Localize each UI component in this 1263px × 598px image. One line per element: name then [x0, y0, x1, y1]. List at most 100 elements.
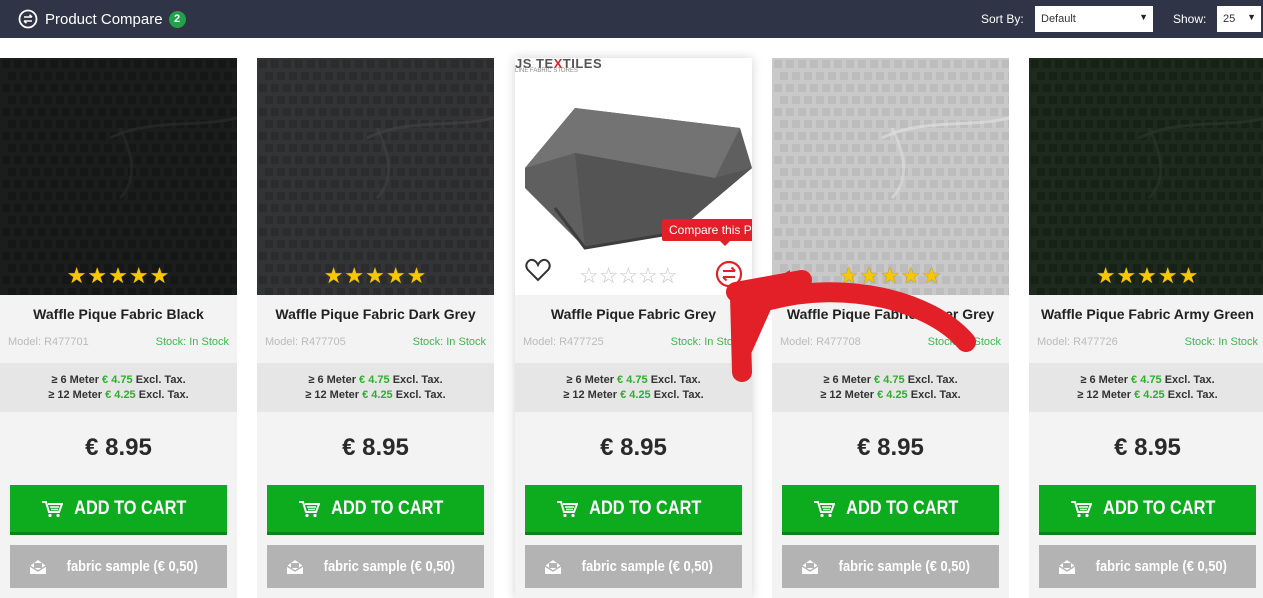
add-to-cart-button[interactable]: ADD TO CART	[782, 485, 999, 535]
add-to-cart-label: ADD TO CART	[74, 497, 187, 519]
fabric-sample-label: fabric sample (€ 0,50)	[581, 558, 713, 575]
envelope-icon	[544, 559, 562, 574]
sort-by-value: Default	[1041, 13, 1076, 25]
fabric-sample-label: fabric sample (€ 0,50)	[838, 558, 970, 575]
tier-line: ≥ 12 Meter € 4.25 Excl. Tax.	[48, 389, 189, 401]
product-model: Model: R477708	[780, 336, 861, 348]
tier-pricing: ≥ 6 Meter € 4.75 Excl. Tax. ≥ 12 Meter € …	[0, 363, 237, 412]
stock-status: Stock: In Stock	[155, 336, 229, 348]
product-model: Model: R477725	[523, 336, 604, 348]
envelope-icon	[801, 559, 819, 574]
top-bar: Product Compare 2 Sort By: Default ▼ Sho…	[0, 0, 1263, 38]
product-price: € 8.95	[342, 434, 409, 461]
product-price: € 8.95	[1114, 434, 1181, 461]
add-to-cart-label: ADD TO CART	[331, 497, 444, 519]
rating-stars: ★★★★★	[66, 263, 171, 288]
tier-line: ≥ 12 Meter € 4.25 Excl. Tax.	[820, 389, 961, 401]
product-image[interactable]: ★★★★★	[257, 58, 494, 295]
tier-line: ≥ 6 Meter € 4.75 Excl. Tax.	[308, 374, 443, 386]
tier-line: ≥ 12 Meter € 4.25 Excl. Tax.	[1077, 389, 1218, 401]
fabric-sample-button[interactable]: fabric sample (€ 0,50)	[782, 545, 999, 588]
compare-icon	[18, 9, 38, 29]
add-to-cart-button[interactable]: ADD TO CART	[525, 485, 742, 535]
stock-status: Stock: In Stock	[1184, 336, 1258, 348]
tier-pricing: ≥ 6 Meter € 4.75 Excl. Tax. ≥ 12 Meter € …	[772, 363, 1009, 412]
product-name[interactable]: Waffle Pique Fabric Army Green	[1029, 306, 1263, 322]
add-to-cart-button[interactable]: ADD TO CART	[267, 485, 484, 535]
tier-line: ≥ 6 Meter € 4.75 Excl. Tax.	[1080, 374, 1215, 386]
envelope-icon	[1058, 559, 1076, 574]
compare-icon[interactable]	[715, 260, 743, 293]
fabric-texture	[772, 58, 1009, 295]
cart-icon	[42, 500, 64, 517]
show-count-select[interactable]: 25 ▼	[1217, 6, 1261, 32]
product-name[interactable]: Waffle Pique Fabric Dark Grey	[257, 306, 494, 322]
product-card: ★★★★★ Waffle Pique Fabric Black Model: R47…	[0, 58, 237, 598]
product-compare-label: Product Compare	[45, 10, 163, 28]
product-model: Model: R477726	[1037, 336, 1118, 348]
stock-status: Stock: In Stock	[670, 336, 744, 348]
brand-tagline: LINE FABRIC STORES	[515, 68, 578, 74]
compare-tooltip: Compare this Product	[662, 219, 752, 246]
show-label: Show:	[1173, 12, 1207, 26]
rating-stars: ★★★★★	[323, 263, 428, 288]
add-to-cart-label: ADD TO CART	[1103, 497, 1216, 519]
cart-icon	[299, 500, 321, 517]
fabric-sample-button[interactable]: fabric sample (€ 0,50)	[267, 545, 484, 588]
product-image[interactable]: ★★★★★	[1029, 58, 1263, 295]
tier-pricing: ≥ 6 Meter € 4.75 Excl. Tax. ≥ 12 Meter € …	[515, 363, 752, 412]
rating-stars: ★★★★★	[1095, 263, 1200, 288]
fabric-sample-label: fabric sample (€ 0,50)	[323, 558, 455, 575]
add-to-cart-label: ADD TO CART	[589, 497, 702, 519]
product-price: € 8.95	[857, 434, 924, 461]
cart-icon	[814, 500, 836, 517]
fabric-sample-label: fabric sample (€ 0,50)	[66, 558, 198, 575]
heart-icon[interactable]	[525, 258, 551, 287]
compare-count-badge: 2	[168, 10, 186, 28]
product-model: Model: R477705	[265, 336, 346, 348]
product-price: € 8.95	[600, 434, 667, 461]
cart-icon	[557, 500, 579, 517]
chevron-down-icon: ▼	[1139, 12, 1148, 22]
fabric-texture	[257, 58, 494, 295]
stock-status: Stock: In Stock	[927, 336, 1001, 348]
fabric-sample-button[interactable]: fabric sample (€ 0,50)	[525, 545, 742, 588]
product-name[interactable]: Waffle Pique Fabric Silver Grey	[772, 306, 1009, 322]
fabric-sample-button[interactable]: fabric sample (€ 0,50)	[10, 545, 227, 588]
product-card: ★★★★★ Waffle Pique Fabric Dark Grey Model:…	[257, 58, 494, 598]
cart-icon	[1071, 500, 1093, 517]
product-compare-link[interactable]: Product Compare 2	[18, 8, 186, 30]
tier-line: ≥ 6 Meter € 4.75 Excl. Tax.	[566, 374, 701, 386]
show-count-value: 25	[1223, 13, 1236, 25]
product-card: JS TEXTILES LINE FABRIC STORES ☆☆☆☆☆ Compar…	[515, 58, 752, 598]
product-model: Model: R477701	[8, 336, 89, 348]
envelope-icon	[286, 559, 304, 574]
product-image[interactable]: ★★★★★	[772, 58, 1009, 295]
add-to-cart-label: ADD TO CART	[846, 497, 959, 519]
tier-line: ≥ 6 Meter € 4.75 Excl. Tax.	[823, 374, 958, 386]
product-image[interactable]: JS TEXTILES LINE FABRIC STORES ☆☆☆☆☆ Compar…	[515, 58, 752, 295]
rating-stars-empty[interactable]: ☆☆☆☆☆	[579, 263, 678, 289]
rating-stars: ★★★★★	[838, 263, 943, 288]
product-name[interactable]: Waffle Pique Fabric Black	[0, 306, 237, 322]
tier-line: ≥ 12 Meter € 4.25 Excl. Tax.	[563, 389, 704, 401]
tier-line: ≥ 6 Meter € 4.75 Excl. Tax.	[51, 374, 186, 386]
product-name[interactable]: Waffle Pique Fabric Grey	[515, 306, 752, 322]
product-card: ★★★★★ Waffle Pique Fabric Army Green Model…	[1029, 58, 1263, 598]
stock-status: Stock: In Stock	[412, 336, 486, 348]
product-image[interactable]: ★★★★★	[0, 58, 237, 295]
tier-pricing: ≥ 6 Meter € 4.75 Excl. Tax. ≥ 12 Meter € …	[1029, 363, 1263, 412]
tier-pricing: ≥ 6 Meter € 4.75 Excl. Tax. ≥ 12 Meter € …	[257, 363, 494, 412]
tier-line: ≥ 12 Meter € 4.25 Excl. Tax.	[305, 389, 446, 401]
fabric-texture	[1029, 58, 1263, 295]
sort-by-label: Sort By:	[981, 12, 1024, 26]
sort-by-select[interactable]: Default ▼	[1035, 6, 1153, 32]
chevron-down-icon: ▼	[1247, 12, 1256, 22]
product-card: ★★★★★ Waffle Pique Fabric Silver Grey Mode…	[772, 58, 1009, 598]
add-to-cart-button[interactable]: ADD TO CART	[1039, 485, 1256, 535]
product-price: € 8.95	[85, 434, 152, 461]
fabric-sample-label: fabric sample (€ 0,50)	[1095, 558, 1227, 575]
fabric-texture	[0, 58, 237, 295]
fabric-sample-button[interactable]: fabric sample (€ 0,50)	[1039, 545, 1256, 588]
add-to-cart-button[interactable]: ADD TO CART	[10, 485, 227, 535]
